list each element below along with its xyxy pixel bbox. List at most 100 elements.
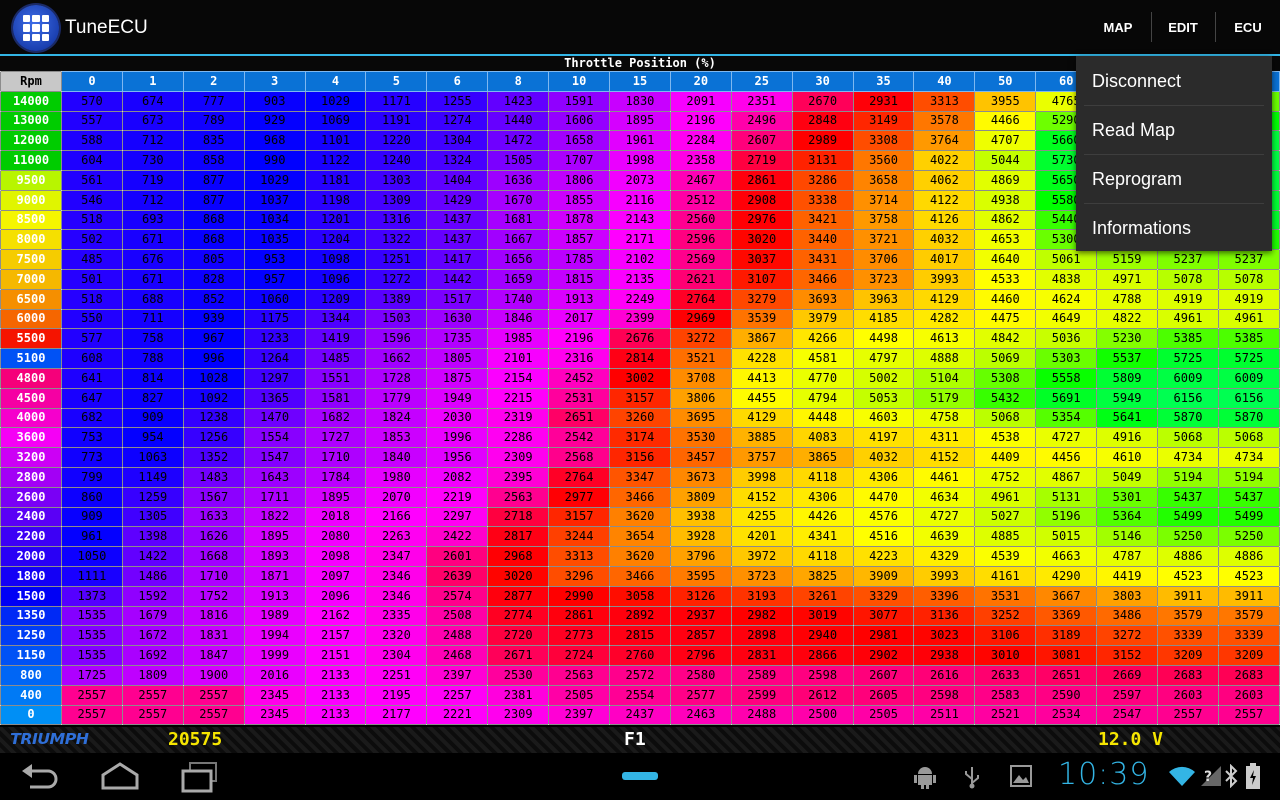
map-cell[interactable]: 4888 <box>913 348 976 369</box>
map-cell[interactable]: 5385 <box>1157 328 1219 350</box>
map-cell[interactable]: 2463 <box>669 704 732 726</box>
map-cell[interactable]: 3530 <box>669 427 732 449</box>
map-cell[interactable]: 5499 <box>1217 506 1280 528</box>
map-cell[interactable]: 2931 <box>852 90 915 112</box>
map-cell[interactable]: 1710 <box>182 565 245 587</box>
map-cell[interactable]: 2596 <box>669 229 732 251</box>
map-cell[interactable]: 4118 <box>791 466 854 488</box>
map-cell[interactable]: 1389 <box>365 288 428 310</box>
map-cell[interactable]: 3260 <box>609 407 671 429</box>
map-cell[interactable]: 1727 <box>304 427 367 449</box>
map-cell[interactable]: 1956 <box>426 447 489 468</box>
map-cell[interactable]: 4869 <box>974 169 1037 191</box>
map-cell[interactable]: 1442 <box>426 268 489 290</box>
map-cell[interactable]: 3723 <box>730 565 793 587</box>
map-cell[interactable]: 5179 <box>913 387 976 409</box>
map-cell[interactable]: 3338 <box>791 189 854 211</box>
map-cell[interactable]: 641 <box>61 367 123 389</box>
map-cell[interactable]: 1805 <box>426 348 489 369</box>
map-cell[interactable]: 4118 <box>791 546 854 567</box>
map-cell[interactable]: 2422 <box>426 526 489 548</box>
map-cell[interactable]: 5308 <box>974 367 1037 389</box>
map-cell[interactable]: 4727 <box>1035 427 1098 449</box>
map-cell[interactable]: 2557 <box>121 684 184 706</box>
map-cell[interactable]: 4448 <box>791 407 854 429</box>
map-cell[interactable]: 3560 <box>852 150 915 171</box>
map-cell[interactable]: 1735 <box>426 328 489 350</box>
map-cell[interactable]: 3466 <box>791 268 854 290</box>
map-cell[interactable]: 2580 <box>669 664 732 686</box>
map-cell[interactable]: 939 <box>182 308 245 330</box>
map-cell[interactable]: 1422 <box>121 546 184 567</box>
map-cell[interactable]: 2221 <box>426 704 489 726</box>
map-cell[interactable]: 1662 <box>365 348 428 369</box>
map-cell[interactable]: 1668 <box>182 546 245 567</box>
map-cell[interactable]: 2530 <box>487 664 550 686</box>
map-cell[interactable]: 1486 <box>121 565 184 587</box>
map-cell[interactable]: 2563 <box>548 664 611 686</box>
map-cell[interactable]: 3058 <box>609 585 671 607</box>
map-cell[interactable]: 4152 <box>913 447 976 468</box>
map-cell[interactable]: 2505 <box>548 684 611 706</box>
map-cell[interactable]: 1535 <box>61 645 123 666</box>
map-cell[interactable]: 1272 <box>365 268 428 290</box>
map-cell[interactable]: 1626 <box>182 526 245 548</box>
map-cell[interactable]: 4475 <box>974 308 1037 330</box>
map-cell[interactable]: 2195 <box>365 684 428 706</box>
map-cell[interactable]: 2720 <box>487 625 550 647</box>
map-cell[interactable]: 2670 <box>791 90 854 112</box>
map-cell[interactable]: 3440 <box>791 229 854 251</box>
map-cell[interactable]: 2345 <box>243 684 306 706</box>
map-cell[interactable]: 3972 <box>730 546 793 567</box>
map-cell[interactable]: 2284 <box>669 130 732 152</box>
map-cell[interactable]: 1711 <box>243 486 306 508</box>
map-cell[interactable]: 777 <box>182 90 245 112</box>
map-cell[interactable]: 577 <box>61 328 123 350</box>
map-cell[interactable]: 2496 <box>730 110 793 132</box>
map-cell[interactable]: 711 <box>121 308 184 330</box>
map-cell[interactable]: 5036 <box>1035 328 1098 350</box>
map-cell[interactable]: 4538 <box>974 427 1037 449</box>
map-cell[interactable]: 4938 <box>974 189 1037 211</box>
map-cell[interactable]: 2683 <box>1217 664 1280 686</box>
map-cell[interactable]: 1913 <box>548 288 611 310</box>
map-cell[interactable]: 3308 <box>852 130 915 152</box>
map-cell[interactable]: 3156 <box>609 447 671 468</box>
map-cell[interactable]: 1806 <box>548 169 611 191</box>
menu-item-disconnect[interactable]: Disconnect <box>1076 57 1272 105</box>
map-cell[interactable]: 1752 <box>182 585 245 607</box>
map-cell[interactable]: 2968 <box>487 546 550 567</box>
map-cell[interactable]: 1098 <box>304 249 367 270</box>
map-cell[interactable]: 2070 <box>365 486 428 508</box>
map-cell[interactable]: 3620 <box>609 506 671 528</box>
map-cell[interactable]: 2683 <box>1157 664 1219 686</box>
map-cell[interactable]: 2547 <box>1096 704 1159 726</box>
map-cell[interactable]: 4409 <box>974 447 1037 468</box>
map-cell[interactable]: 1672 <box>121 625 184 647</box>
map-cell[interactable]: 3466 <box>609 565 671 587</box>
menu-item-informations[interactable]: Informations <box>1076 204 1272 252</box>
map-cell[interactable]: 2981 <box>852 625 915 647</box>
map-cell[interactable]: 3421 <box>791 209 854 231</box>
map-cell[interactable]: 3136 <box>913 605 976 627</box>
map-cell[interactable]: 2116 <box>609 189 671 211</box>
map-cell[interactable]: 1994 <box>243 625 306 647</box>
map-cell[interactable]: 1303 <box>365 169 428 191</box>
map-cell[interactable]: 2574 <box>426 585 489 607</box>
map-cell[interactable]: 5301 <box>1096 486 1159 508</box>
map-cell[interactable]: 3457 <box>669 447 732 468</box>
map-cell[interactable]: 3106 <box>974 625 1037 647</box>
map-cell[interactable]: 2563 <box>487 486 550 508</box>
map-cell[interactable]: 3693 <box>791 288 854 310</box>
map-cell[interactable]: 990 <box>243 150 306 171</box>
ecu-menu-button[interactable]: ECU <box>1216 0 1280 54</box>
map-cell[interactable]: 3209 <box>1157 645 1219 666</box>
map-cell[interactable]: 877 <box>182 189 245 211</box>
map-cell[interactable]: 1816 <box>182 605 245 627</box>
map-cell[interactable]: 1895 <box>609 110 671 132</box>
map-cell[interactable]: 2568 <box>548 447 611 468</box>
map-cell[interactable]: 1423 <box>487 90 550 112</box>
map-cell[interactable]: 4842 <box>974 328 1037 350</box>
map-cell[interactable]: 1809 <box>121 664 184 686</box>
map-cell[interactable]: 4017 <box>913 249 976 270</box>
